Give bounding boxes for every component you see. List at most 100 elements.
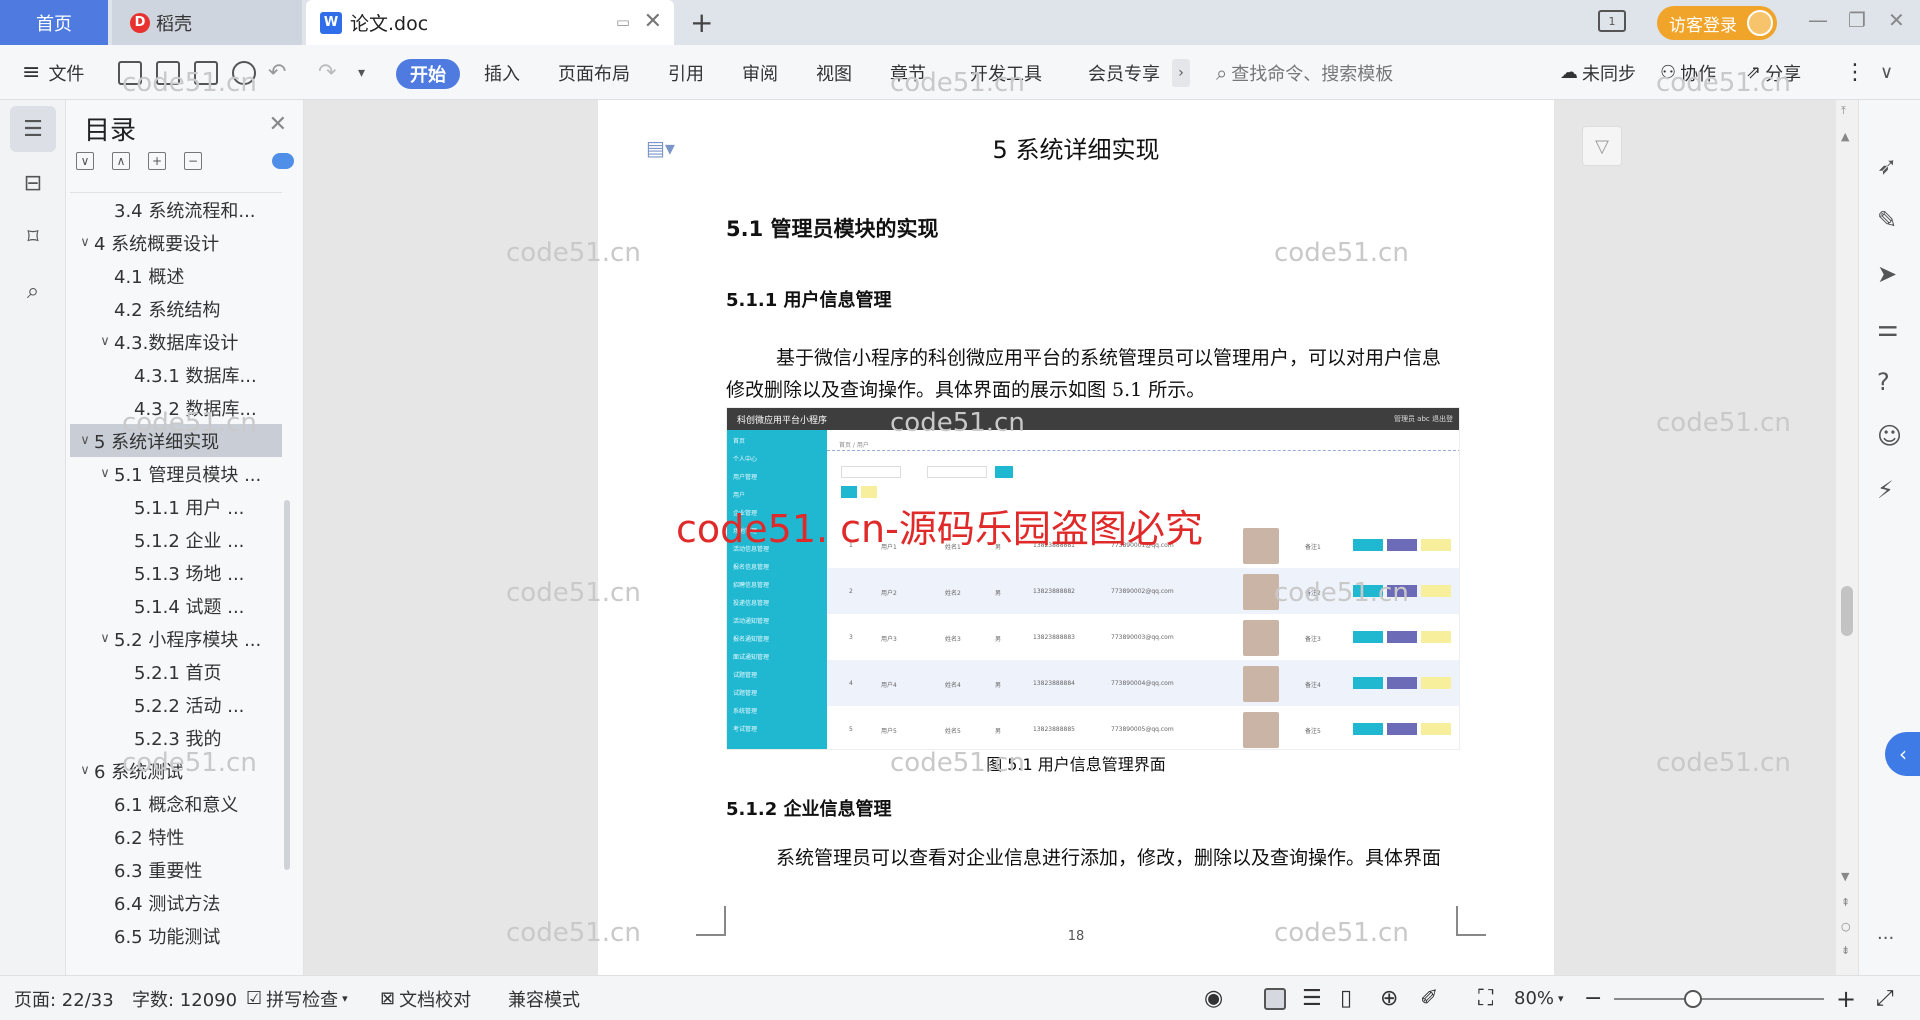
toc-item[interactable]: 5.2.1 首页 [70,655,282,688]
tab-daoke[interactable]: D 稻壳 [112,0,302,45]
toc-caret-icon[interactable]: ∨ [76,235,94,250]
close-window-icon[interactable]: ✕ [1888,8,1905,32]
toc-item[interactable]: 5.1.1 用户 ... [70,490,282,523]
toc-item[interactable]: 6.4 测试方法 [70,886,282,919]
toc-item[interactable]: ∨ 4 系统概要设计 [70,226,282,259]
toc-caret-icon[interactable]: ∨ [96,631,114,646]
toc-item[interactable]: 4.3.1 数据库... [70,358,282,391]
toc-caret-icon[interactable]: ∨ [96,334,114,349]
tab-view[interactable]: 视图 [816,45,852,100]
toc-item[interactable]: 6.2 特性 [70,820,282,853]
fit-page-icon[interactable]: ⛶ [1478,976,1493,1020]
toc-item[interactable]: 3.4 系统流程和... [70,193,282,226]
pen-icon[interactable]: ✎ [1877,206,1897,234]
toc-item[interactable]: ∨ 5.1 管理员模块 ... [70,457,282,490]
proofread-button[interactable]: ⊠ 文档校对 [380,976,471,1020]
toc-item[interactable]: 5.1.2 企业 ... [70,523,282,556]
scroll-up-icon[interactable]: ▲ [1841,130,1849,143]
expand-panel-button[interactable]: ‹ [1885,732,1920,776]
fullscreen-icon[interactable]: ⤢ [1876,976,1894,1020]
scroll-top-icon[interactable]: ⤒ [1841,104,1846,118]
read-mode-icon[interactable]: ▯ [1340,976,1352,1020]
page-tool-icon[interactable]: ▽ [1582,126,1622,166]
collapse-one-level-icon[interactable]: ∧ [112,152,130,170]
bookmark-icon[interactable]: ⌑ [10,214,56,260]
quick-access-dropdown-icon[interactable]: ▾ [358,45,365,100]
pin-window-icon[interactable]: ▭ [616,13,630,31]
more-icon[interactable]: ··· [1877,928,1894,949]
file-menu[interactable]: ≡ 文件 [22,45,84,100]
more-options-icon[interactable]: ⋮ [1844,45,1866,100]
minimize-icon[interactable]: — [1808,8,1828,32]
zoom-slider-knob[interactable] [1684,990,1702,1008]
layout-switch-icon[interactable]: 1 [1598,10,1626,32]
new-tab-button[interactable]: + [690,6,713,39]
guest-login-button[interactable]: 访客登录 [1657,6,1777,40]
guest-login-label: 访客登录 [1669,15,1737,36]
tab-member[interactable]: 会员专享 [1088,45,1160,100]
toc-item[interactable]: 5.1.4 试题 ... [70,589,282,622]
zoom-out-icon[interactable]: − [1584,976,1602,1020]
figure-cell-user: 用户3 [881,636,897,643]
power-icon[interactable]: ⚡ [1877,476,1894,504]
redo-icon[interactable]: ↷ [318,45,336,100]
toc-caret-icon[interactable]: ∨ [76,763,94,778]
toc-caret-icon[interactable]: ∨ [76,433,94,448]
toc-scrollbar[interactable] [284,500,290,870]
tab-review[interactable]: 审阅 [742,45,778,100]
tab-insert[interactable]: 插入 [484,45,520,100]
close-panel-icon[interactable]: ✕ [269,112,287,137]
toc-item[interactable]: 5.1.3 场地 ... [70,556,282,589]
page-view-icon[interactable] [1264,988,1286,1010]
more-tabs-icon[interactable]: › [1172,59,1190,87]
prev-page-icon[interactable]: ⇞ [1841,896,1850,909]
tab-references[interactable]: 引用 [668,45,704,100]
select-browse-icon[interactable]: ○ [1841,920,1851,933]
zoom-level[interactable]: 80% ▾ [1514,976,1564,1020]
tab-document[interactable]: W 论文.doc ▭ ✕ [306,0,674,45]
restore-icon[interactable]: ❐ [1848,8,1866,32]
sync-button[interactable]: ☁ 未同步 [1560,45,1636,100]
command-search[interactable]: ⌕ 查找命令、搜索模板 [1216,45,1393,100]
spell-check-button[interactable]: ☑ 拼写检查 ▾ [246,976,348,1020]
toc-item[interactable]: ∨ 4.3.数据库设计 [70,325,282,358]
toc-item[interactable]: 4.2 系统结构 [70,292,282,325]
tab-home[interactable]: 首页 [0,0,108,45]
bot-icon[interactable]: ☺ [1877,422,1902,450]
toc-panel-icon[interactable]: ☰ [10,106,56,152]
tab-start[interactable]: 开始 [396,59,460,89]
tab-page-layout[interactable]: 页面布局 [558,45,630,100]
zoom-slider[interactable] [1614,998,1824,1000]
zoom-in-icon[interactable]: + [1836,976,1856,1020]
pointer-icon[interactable]: ➤ [1877,260,1897,288]
toc-item[interactable]: 6.1 概念和意义 [70,787,282,820]
expand-all-icon[interactable]: + [148,152,166,170]
smart-toc-toggle[interactable] [272,153,294,169]
toc-item[interactable]: 6.5 功能测试 [70,919,282,952]
write-mode-icon[interactable]: ✐ [1420,976,1438,1020]
toc-caret-icon[interactable]: ∨ [96,466,114,481]
word-count[interactable]: 字数: 12090 [132,976,237,1020]
find-icon[interactable]: ⌕ [10,268,56,314]
scroll-thumb[interactable] [1841,586,1853,636]
toc-item[interactable]: 4.1 概述 [70,259,282,292]
page-count[interactable]: 页面: 22/33 [14,976,114,1020]
toc-item[interactable]: ∨ 5.2 小程序模块 ... [70,622,282,655]
toc-item[interactable]: 5.2.2 活动 ... [70,688,282,721]
eye-protection-icon[interactable]: ◉ [1204,976,1223,1020]
next-page-icon[interactable]: ⇟ [1841,944,1850,957]
toc-item[interactable]: 6.3 重要性 [70,853,282,886]
collapse-all-icon[interactable]: − [184,152,202,170]
sliders-icon[interactable]: ⚌ [1877,314,1899,342]
collapse-ribbon-icon[interactable]: ∨ [1880,45,1893,100]
close-tab-icon[interactable]: ✕ [644,9,662,34]
undo-icon[interactable]: ↶ [268,45,286,100]
outline-view-icon[interactable]: ☰ [1302,976,1322,1020]
web-view-icon[interactable]: ⊕ [1380,976,1398,1020]
help-icon[interactable]: ? [1877,368,1890,396]
expand-one-level-icon[interactable]: ∨ [76,152,94,170]
rocket-icon[interactable]: ➶ [1877,152,1897,180]
scroll-down-icon[interactable]: ▼ [1841,870,1849,883]
navigation-icon[interactable]: ⊟ [10,160,56,206]
vertical-scrollbar[interactable]: ⤒ ▲ ▼ ⇞ ○ ⇟ [1836,100,1858,975]
